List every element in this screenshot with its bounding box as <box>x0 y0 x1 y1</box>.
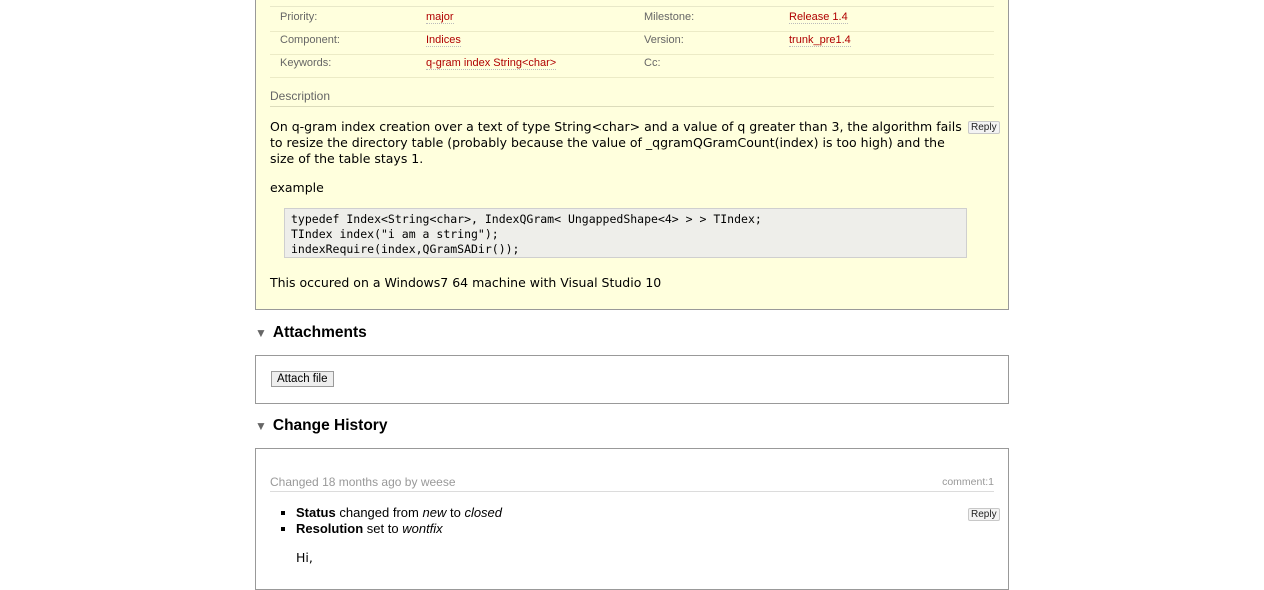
change-field: Status <box>296 505 336 520</box>
keywords-link[interactable]: q-gram index String<char> <box>426 57 557 70</box>
priority-label: Priority: <box>280 11 318 23</box>
changed-prefix: Changed <box>270 475 319 489</box>
description-text: On q-gram index creation over a text of … <box>270 119 962 166</box>
change-old-value: new <box>422 505 447 520</box>
divider <box>270 6 994 7</box>
change-new-value: wontfix <box>402 521 443 536</box>
change-new-value: closed <box>464 505 503 520</box>
property-row-keywords: Keywords: q-gram index String<char> Cc: <box>270 54 994 78</box>
property-row-priority: Priority: major Milestone: Release 1.4 <box>270 8 994 32</box>
list-item: Resolution set to wontfix <box>296 521 502 537</box>
milestone-link[interactable]: Release 1.4 <box>789 11 848 24</box>
version-link[interactable]: trunk_pre1.4 <box>789 34 851 47</box>
comment-anchor-link[interactable]: comment:1 <box>942 476 994 488</box>
property-row-component: Component: Indices Version: trunk_pre1.4 <box>270 31 994 55</box>
triangle-down-icon: ▼ <box>255 326 267 340</box>
change-history-heading[interactable]: ▼ Change History <box>255 417 387 435</box>
change-header: Changed 18 months ago by weese comment:1 <box>270 475 994 492</box>
list-item: Status changed from new to closed <box>296 505 502 521</box>
attach-file-button[interactable]: Attach file <box>271 371 334 387</box>
milestone-label: Milestone: <box>644 11 695 23</box>
code-block: typedef Index<String<char>, IndexQGram< … <box>284 208 967 258</box>
change-history-heading-text: Change History <box>272 417 388 434</box>
change-verb: set to <box>366 521 399 536</box>
component-link[interactable]: Indices <box>426 34 461 47</box>
description-heading-text: Description <box>270 89 331 103</box>
component-label: Component: <box>280 34 340 46</box>
attachments-box: Attach file <box>255 355 1009 404</box>
ticket-box: Priority: major Milestone: Release 1.4 C… <box>255 0 1009 310</box>
triangle-down-icon: ▼ <box>255 419 267 433</box>
change-list: Status changed from new to closed Resolu… <box>282 505 502 537</box>
comment-text: Hi, <box>296 550 313 565</box>
description-footer-text: This occured on a Windows7 64 machine wi… <box>270 275 662 290</box>
change-time-link[interactable]: 18 months ago <box>322 475 401 489</box>
cc-label: Cc: <box>644 57 661 69</box>
attachments-heading[interactable]: ▼ Attachments <box>255 324 367 342</box>
version-label: Version: <box>644 34 684 46</box>
change-verb: changed from <box>339 505 419 520</box>
change-to: to <box>449 505 461 520</box>
description-reply-button[interactable]: Reply <box>968 121 1000 134</box>
change-author: weese <box>420 475 456 489</box>
description-example-label: example <box>270 180 324 195</box>
description-heading: Description <box>270 89 994 107</box>
change-field: Resolution <box>296 521 364 536</box>
attachments-heading-text: Attachments <box>272 324 367 341</box>
keywords-label: Keywords: <box>280 57 332 69</box>
by-text: by <box>404 475 418 489</box>
comment-reply-button[interactable]: Reply <box>968 508 1000 521</box>
priority-link[interactable]: major <box>426 11 454 24</box>
